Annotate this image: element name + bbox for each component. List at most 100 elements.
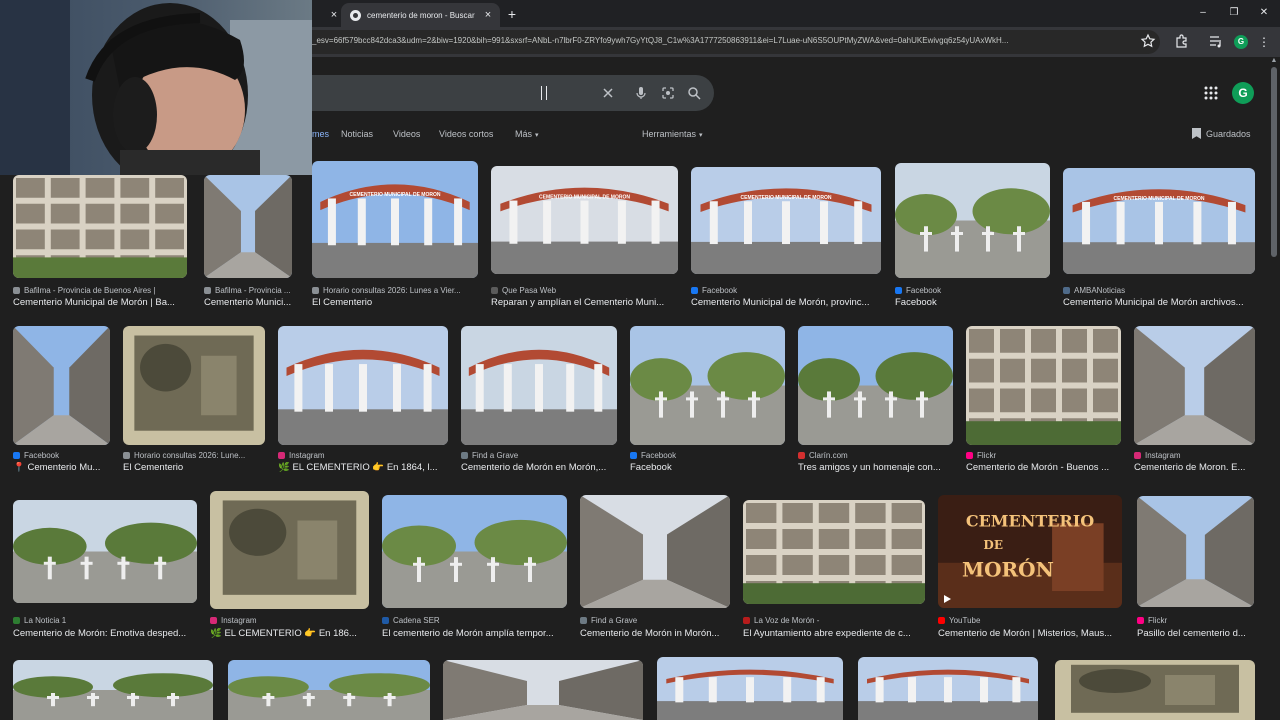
image-source[interactable]: Instagram [278,451,448,460]
image-thumbnail[interactable]: CEMENTERIO MUNICIPAL DE MORON [691,167,881,274]
image-thumbnail[interactable] [798,326,953,445]
extension-icon[interactable] [1174,33,1190,49]
filter-short-videos[interactable]: Videos cortos [439,129,493,139]
image-thumbnail[interactable] [1134,326,1255,445]
clear-icon[interactable] [600,85,616,101]
filter-tools[interactable]: Herramientas ▾ [642,129,703,139]
image-source[interactable]: Clarín.com [798,451,953,460]
image-thumbnail[interactable] [1055,660,1255,720]
search-icon[interactable] [686,85,702,101]
image-caption[interactable]: Cementerio de Morón | Misterios, Maus... [938,628,1124,639]
image-source[interactable]: AMBANoticias [1063,286,1255,295]
image-source[interactable]: Flickr [966,451,1121,460]
account-avatar[interactable]: G [1232,82,1254,104]
image-source[interactable]: La Voz de Morón - [743,616,925,625]
image-source[interactable]: Instagram [210,616,369,625]
tab-active[interactable]: cementerio de moron - Buscar × [341,3,500,27]
profile-avatar[interactable]: G [1234,35,1248,49]
image-caption[interactable]: El Cementerio [312,297,478,308]
image-caption[interactable]: Cementerio de Moron. E... [1134,462,1255,473]
filter-images[interactable]: mes [312,129,329,139]
image-thumbnail[interactable] [123,326,265,445]
image-thumbnail[interactable] [382,495,567,608]
media-controls-icon[interactable] [1208,33,1224,49]
minimize-icon[interactable]: – [1193,5,1213,21]
image-source[interactable]: Facebook [13,451,110,460]
image-thumbnail[interactable] [13,500,197,603]
filter-videos[interactable]: Videos [393,129,420,139]
image-thumbnail[interactable] [580,495,730,608]
image-caption[interactable]: Cementerio de Morón in Morón... [580,628,730,639]
url-text[interactable]: _esv=66f579bcc842dca3&udm=2&biw=1920&bih… [312,36,1132,45]
scroll-up-icon[interactable]: ▲ [1269,57,1279,65]
image-thumbnail[interactable] [13,175,187,278]
image-thumbnail[interactable] [1137,496,1254,607]
restore-icon[interactable]: ❐ [1224,5,1244,21]
menu-icon[interactable]: ⋮ [1258,34,1270,50]
image-source[interactable]: Find a Grave [580,616,730,625]
image-source[interactable]: Instagram [1134,451,1255,460]
new-tab-icon[interactable]: + [504,6,520,22]
scrollbar-thumb[interactable] [1271,67,1277,257]
image-caption[interactable]: El Cementerio [123,462,265,473]
address-bar[interactable]: _esv=66f579bcc842dca3&udm=2&biw=1920&bih… [300,30,1160,54]
saved-button[interactable]: Guardados [1192,128,1251,139]
star-icon[interactable] [1140,33,1156,49]
image-source[interactable]: Facebook [691,286,882,295]
image-caption[interactable]: Reparan y amplían el Cementerio Muni... [491,297,678,308]
image-caption[interactable]: Cementerio Municipal de Morón | Ba... [13,297,191,308]
image-thumbnail[interactable] [657,657,843,720]
image-caption[interactable]: Cementerio de Morón: Emotiva desped... [13,628,197,639]
image-source[interactable]: Bafilma - Provincia ... [204,286,299,295]
image-caption[interactable]: Cementerio Municipal de Morón archivos..… [1063,297,1255,308]
image-thumbnail[interactable] [443,660,643,720]
image-caption[interactable]: 🌿 EL CEMENTERIO 👉 En 1864, l... [278,462,448,473]
image-thumbnail[interactable]: CEMENTERIO DE MORÓN [938,495,1122,608]
image-thumbnail[interactable] [13,326,110,445]
image-thumbnail[interactable]: CEMENTERIO MUNICIPAL DE MORON [1063,168,1255,274]
window-close-icon[interactable]: ✕ [1254,5,1274,21]
image-caption[interactable]: Facebook [895,297,1050,308]
image-thumbnail[interactable] [461,326,617,445]
image-source[interactable]: YouTube [938,616,1124,625]
image-caption[interactable]: Facebook [630,462,785,473]
image-thumbnail[interactable] [858,657,1038,720]
image-caption[interactable]: Cementerio de Morón en Morón,... [461,462,617,473]
lens-icon[interactable] [660,85,676,101]
image-thumbnail[interactable] [13,660,213,720]
image-source[interactable]: Horario consultas 2026: Lunes a Vier... [312,286,478,295]
image-caption[interactable]: Pasillo del cementerio d... [1137,628,1254,639]
search-box[interactable] [280,75,714,111]
mic-icon[interactable] [633,85,649,101]
image-source[interactable]: Facebook [895,286,1050,295]
image-thumbnail[interactable] [895,163,1050,278]
image-source[interactable]: Flickr [1137,616,1254,625]
image-source[interactable]: Cadena SER [382,616,567,625]
image-source[interactable]: Bafilma - Provincia de Buenos Aires | [13,286,191,295]
image-thumbnail[interactable] [743,500,925,604]
filter-news[interactable]: Noticias [341,129,373,139]
image-caption[interactable]: Cementerio Munici... [204,297,299,308]
image-source[interactable]: Find a Grave [461,451,617,460]
image-caption[interactable]: 🌿 EL CEMENTERIO 👉 En 186... [210,628,369,639]
image-source[interactable]: Facebook [630,451,785,460]
image-thumbnail[interactable] [278,326,448,445]
image-thumbnail[interactable] [966,326,1121,445]
image-caption[interactable]: El cementerio de Morón amplía tempor... [382,628,567,639]
apps-icon[interactable] [1203,85,1219,101]
image-thumbnail[interactable] [630,326,785,445]
image-caption[interactable]: 📍 Cementerio Mu... [13,462,110,473]
image-thumbnail[interactable] [210,491,369,609]
close-icon[interactable]: × [482,9,494,21]
image-thumbnail[interactable] [204,175,292,278]
image-source[interactable]: Que Pasa Web [491,286,678,295]
image-caption[interactable]: Cementerio Municipal de Morón, provinc..… [691,297,882,308]
image-thumbnail[interactable]: CEMENTERIO MUNICIPAL DE MORON [491,166,678,274]
image-thumbnail[interactable]: CEMENTERIO MUNICIPAL DE MORON [312,161,478,278]
filter-more[interactable]: Más ▾ [515,129,539,139]
image-caption[interactable]: El Ayuntamiento abre expediente de c... [743,628,925,639]
image-source[interactable]: Horario consultas 2026: Lune... [123,451,265,460]
image-thumbnail[interactable] [228,660,430,720]
image-source[interactable]: La Noticia 1 [13,616,197,625]
image-caption[interactable]: Cementerio de Morón - Buenos ... [966,462,1121,473]
